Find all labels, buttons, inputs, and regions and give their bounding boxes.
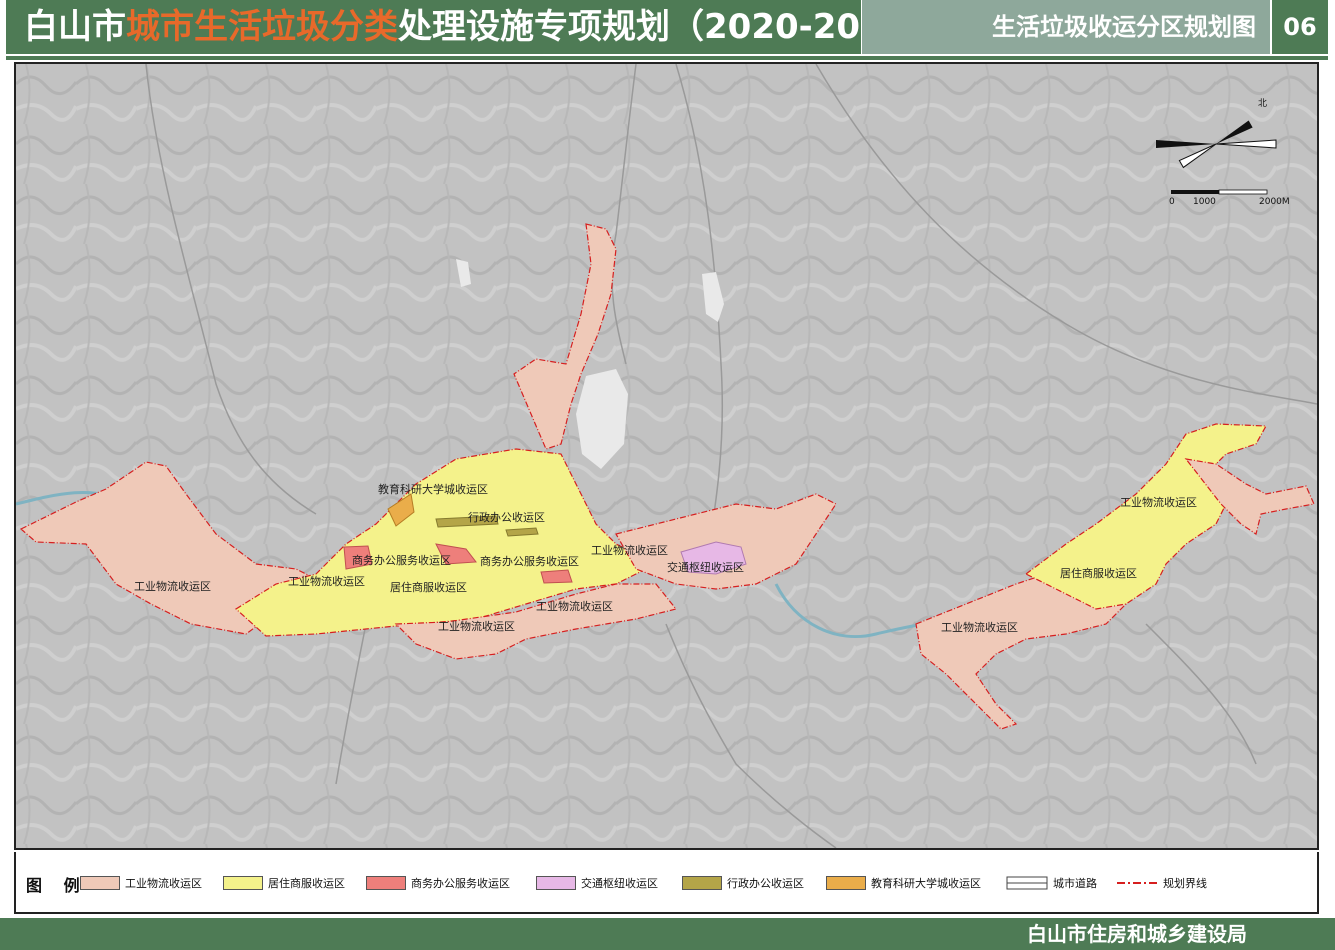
title-prefix: 白山市 <box>24 7 126 47</box>
zone-business-east[interactable] <box>540 569 573 584</box>
legend-item-education: 教育科研大学城收运区 <box>826 874 981 892</box>
legend-label: 行政办公收运区 <box>727 877 804 890</box>
compass-north-label: 北 <box>1258 98 1267 109</box>
header: 白山市城市生活垃圾分类处理设施专项规划（2020-2035年） 生活垃圾收运分区… <box>0 0 1335 60</box>
label-industrial-east: 工业物流收运区 <box>941 620 1018 634</box>
scale-label-0: 0 <box>1169 197 1175 207</box>
zone-admin-2[interactable] <box>505 527 539 537</box>
legend-swatch <box>536 876 576 890</box>
terrain-background <box>16 64 1317 848</box>
sheet-number: 06 <box>1272 0 1328 54</box>
map-canvas[interactable]: 教育科研大学城收运区 行政办公收运区 商务办公服务收运区 商务办公服务收运区 工… <box>16 64 1317 848</box>
label-industrial-west-2: 工业物流收运区 <box>288 574 365 588</box>
label-industrial-central-south: 工业物流收运区 <box>536 599 613 613</box>
legend-item-boundary: 规划界线 <box>1116 874 1207 892</box>
scale-label-1000: 1000 <box>1193 197 1216 207</box>
label-education: 教育科研大学城收运区 <box>378 482 488 496</box>
label-industrial-south: 工业物流收运区 <box>438 619 515 633</box>
label-residential-central: 居住商服收运区 <box>390 580 467 594</box>
legend-swatch <box>682 876 722 890</box>
map-frame[interactable]: 教育科研大学城收运区 行政办公收运区 商务办公服务收运区 商务办公服务收运区 工… <box>14 62 1319 850</box>
footer: 白山市住房和城乡建设局 <box>0 918 1335 950</box>
legend-title: 图 例 <box>26 876 88 895</box>
legend-swatch <box>366 876 406 890</box>
label-industrial-center-north: 工业物流收运区 <box>591 543 668 557</box>
map-legend: 图 例 工业物流收运区 居住商服收运区 商务办公服务收运区 交通枢纽收运区 行政… <box>14 852 1319 914</box>
label-transport-hub: 交通枢纽收运区 <box>667 560 744 574</box>
legend-label: 居住商服收运区 <box>268 877 345 890</box>
legend-swatch <box>826 876 866 890</box>
legend-item-admin: 行政办公收运区 <box>682 874 804 892</box>
legend-item-transport: 交通枢纽收运区 <box>536 874 658 892</box>
map-title: 白山市城市生活垃圾分类处理设施专项规划（2020-2035年） <box>6 0 975 54</box>
legend-label: 城市道路 <box>1053 877 1097 890</box>
legend-swatch <box>223 876 263 890</box>
legend-item-industrial: 工业物流收运区 <box>80 874 202 892</box>
legend-label: 交通枢纽收运区 <box>581 877 658 890</box>
legend-item-residential: 居住商服收运区 <box>223 874 345 892</box>
legend-label: 商务办公服务收运区 <box>411 877 510 890</box>
legend-label: 工业物流收运区 <box>125 877 202 890</box>
label-residential-east: 居住商服收运区 <box>1060 566 1137 580</box>
label-admin: 行政办公收运区 <box>468 510 545 524</box>
label-industrial-west: 工业物流收运区 <box>134 579 211 593</box>
map-subtitle: 生活垃圾收运分区规划图 <box>862 0 1270 54</box>
title-highlight: 城市生活垃圾分类 <box>126 7 398 47</box>
label-business-east: 商务办公服务收运区 <box>480 554 579 568</box>
issuer: 白山市住房和城乡建设局 <box>1027 922 1247 946</box>
label-industrial-northeast: 工业物流收运区 <box>1120 495 1197 509</box>
header-divider <box>6 56 1328 60</box>
legend-swatch <box>80 876 120 890</box>
scale-label-2000: 2000M <box>1259 197 1290 207</box>
legend-item-road: 城市道路 <box>1006 874 1097 892</box>
legend-label: 规划界线 <box>1163 877 1207 890</box>
road-symbol-icon <box>1006 876 1048 890</box>
legend-item-business: 商务办公服务收运区 <box>366 874 510 892</box>
legend-label: 教育科研大学城收运区 <box>871 877 981 890</box>
boundary-symbol-icon <box>1117 882 1157 884</box>
label-business-west: 商务办公服务收运区 <box>352 553 451 567</box>
